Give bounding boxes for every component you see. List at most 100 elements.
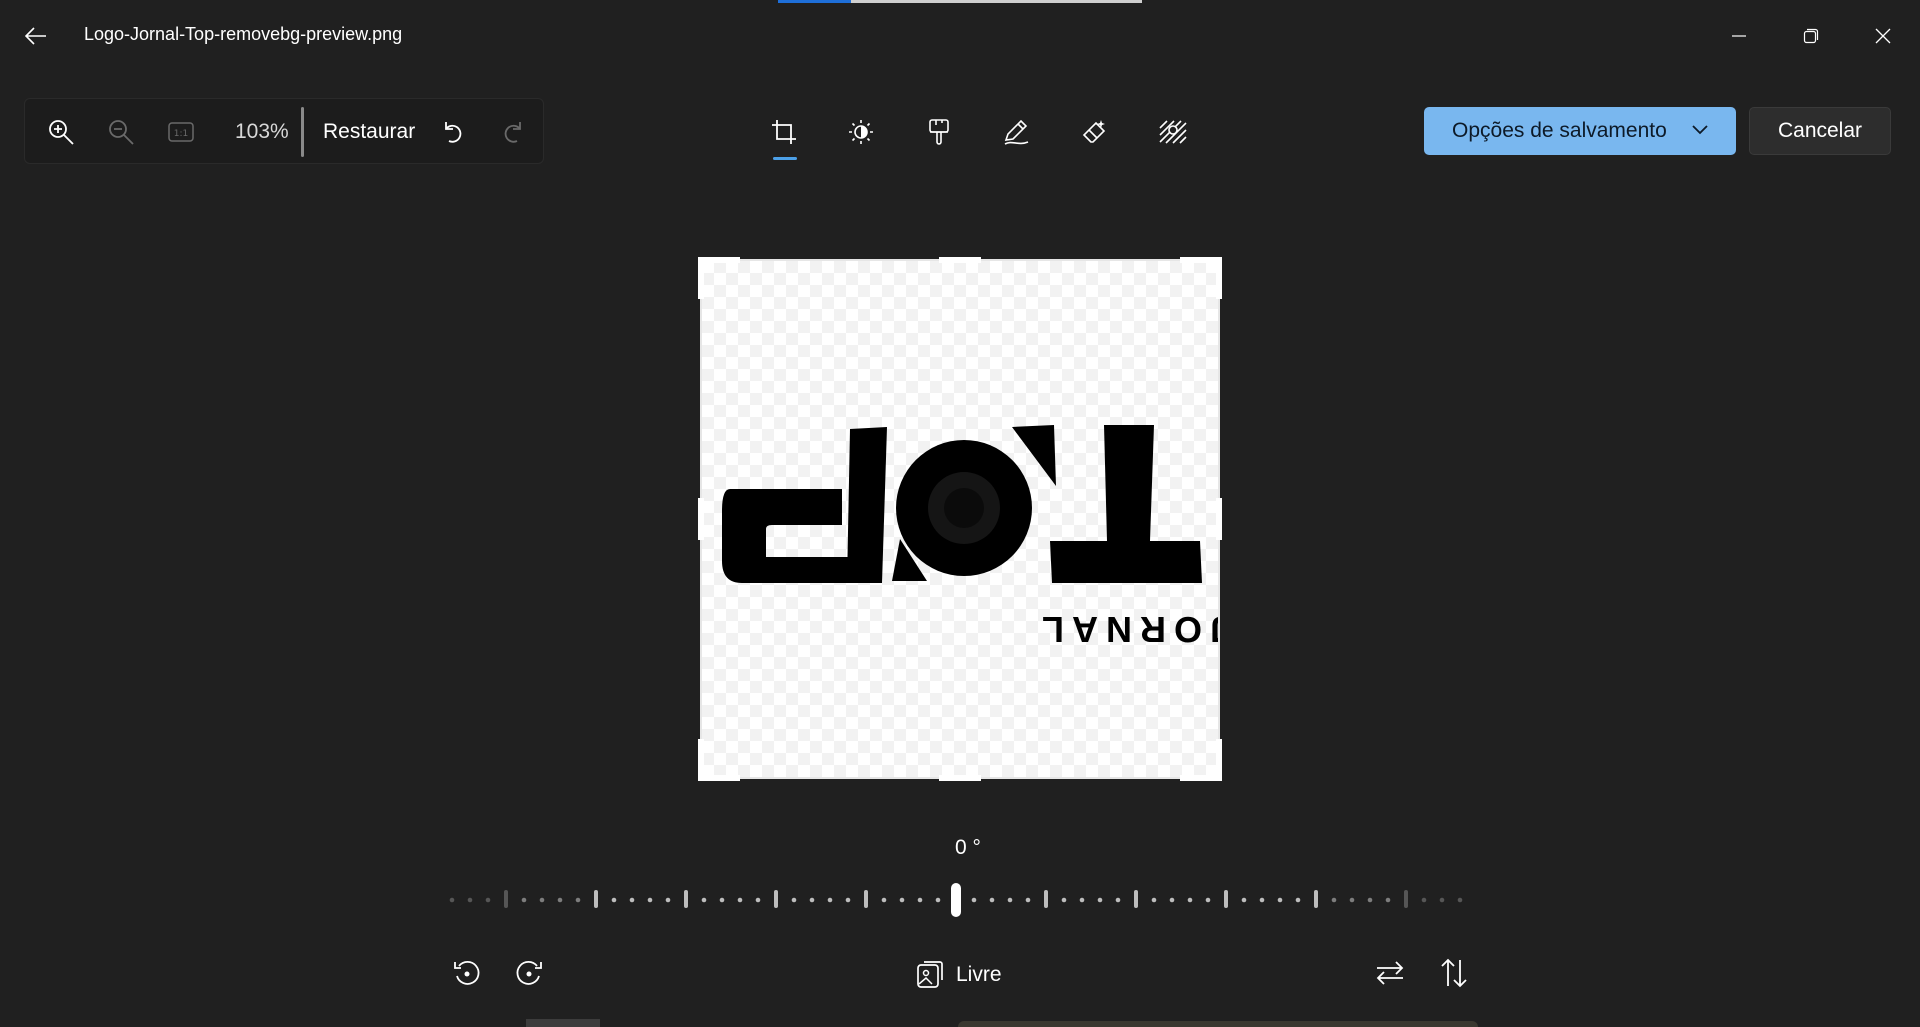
undo-icon [445, 122, 462, 143]
rotation-major-tick [1314, 890, 1318, 908]
rotation-minor-tick [1097, 897, 1103, 903]
rotation-minor-tick [647, 897, 653, 903]
adjust-tool-button[interactable] [839, 112, 883, 152]
rotation-major-tick [1224, 890, 1228, 908]
crop-icon [772, 120, 796, 144]
rotation-major-tick [504, 890, 508, 908]
rotation-minor-tick [1457, 897, 1463, 903]
zoom-level[interactable]: 103% [235, 120, 289, 144]
rotation-major-tick [1404, 890, 1408, 908]
rotation-minor-tick [449, 897, 455, 903]
svg-text:1:1: 1:1 [174, 129, 188, 139]
restore-window-button[interactable] [1788, 14, 1834, 58]
aspect-ratio-label: Livre [956, 963, 1002, 986]
restore-button[interactable]: Restaurar [323, 120, 415, 144]
rotation-minor-tick [1187, 897, 1193, 903]
rotation-slider[interactable] [448, 880, 1472, 920]
rotate-left-icon [454, 961, 480, 985]
crop-handle-top-right[interactable] [1216, 257, 1222, 299]
filmstrip-preview [0, 1019, 1920, 1027]
rotation-minor-tick [737, 897, 743, 903]
chevron-down-icon [1692, 125, 1708, 135]
rotation-minor-tick [467, 897, 473, 903]
flip-vertical-icon [1441, 958, 1467, 988]
flip-vertical-button[interactable] [1434, 953, 1474, 993]
rotation-slider-thumb [951, 883, 961, 917]
rotation-minor-tick [1025, 897, 1031, 903]
rotation-major-tick [1044, 890, 1048, 908]
crop-tool-button[interactable] [762, 112, 806, 152]
zoom-out-button[interactable] [105, 116, 137, 148]
rotate-right-button[interactable] [509, 953, 549, 993]
save-options-label: Opções de salvamento [1452, 119, 1667, 142]
minimize-icon [1732, 35, 1746, 37]
pen-icon [1004, 119, 1029, 145]
flip-horizontal-button[interactable] [1370, 953, 1410, 993]
paintbrush-icon [929, 119, 949, 145]
save-options-button[interactable]: Opções de salvamento [1424, 107, 1736, 155]
zoom-toolbar: 1:1 103% Restaurar [24, 98, 544, 164]
crop-handle-top-left[interactable] [698, 257, 740, 263]
crop-handle-top-left[interactable] [698, 257, 704, 299]
rotation-minor-tick [845, 897, 851, 903]
rotation-minor-tick [1259, 897, 1265, 903]
back-button[interactable] [16, 18, 56, 54]
actual-size-button[interactable]: 1:1 [165, 116, 197, 148]
rotation-minor-tick [881, 897, 887, 903]
title-bar: Logo-Jornal-Top-removebg-preview.png [0, 0, 1920, 72]
cancel-button[interactable]: Cancelar [1749, 107, 1891, 155]
rotation-minor-tick [539, 897, 545, 903]
aspect-ratio-button[interactable]: Livre [916, 955, 1002, 995]
zoom-in-icon [49, 120, 74, 145]
background-blur-icon [1159, 120, 1187, 144]
rotation-minor-tick [1061, 897, 1067, 903]
redo-icon [504, 122, 521, 143]
svg-text:JORNAL: JORNAL [1034, 609, 1218, 650]
toolbar-divider [301, 107, 304, 157]
rotation-major-tick [1134, 890, 1138, 908]
rotation-minor-tick [665, 897, 671, 903]
arrow-left-icon [25, 27, 46, 45]
crop-handle-bottom-right[interactable] [1216, 739, 1222, 781]
crop-handle-right[interactable] [1216, 498, 1222, 540]
markup-tool-button[interactable] [994, 112, 1038, 152]
crop-handle-bottom-left[interactable] [698, 739, 704, 781]
rotation-minor-tick [1241, 897, 1247, 903]
rotation-minor-tick [989, 897, 995, 903]
zoom-in-button[interactable] [45, 116, 77, 148]
close-icon [1875, 28, 1891, 44]
rotation-minor-tick [791, 897, 797, 903]
crop-handle-bottom-left[interactable] [698, 775, 740, 781]
crop-handle-bottom[interactable] [939, 775, 981, 781]
rotation-minor-tick [1367, 897, 1373, 903]
background-tool-button[interactable] [1151, 112, 1195, 152]
brightness-icon [849, 120, 873, 144]
rotation-minor-tick [917, 897, 923, 903]
rotation-major-tick [864, 890, 868, 908]
zoom-out-icon [109, 120, 134, 145]
rotation-minor-tick [521, 897, 527, 903]
crop-handle-top[interactable] [939, 257, 981, 263]
rotation-minor-tick [701, 897, 707, 903]
image-canvas[interactable]: JORNAL [698, 257, 1222, 781]
rotation-minor-tick [485, 897, 491, 903]
crop-handle-left[interactable] [698, 498, 704, 540]
rotation-minor-tick [1205, 897, 1211, 903]
window-title: Logo-Jornal-Top-removebg-preview.png [84, 24, 403, 44]
close-button[interactable] [1860, 14, 1906, 58]
minimize-button[interactable] [1716, 14, 1762, 58]
eraser-icon [1082, 120, 1106, 143]
rotation-minor-tick [1277, 897, 1283, 903]
rotation-minor-tick [1331, 897, 1337, 903]
rotation-major-tick [774, 890, 778, 908]
rotate-left-button[interactable] [447, 953, 487, 993]
redo-button[interactable] [497, 116, 529, 148]
erase-tool-button[interactable] [1073, 112, 1117, 152]
rotation-minor-tick [1115, 897, 1121, 903]
filter-tool-button[interactable] [917, 112, 961, 152]
rotation-angle: 0 ° [955, 836, 981, 859]
rotation-major-tick [684, 890, 688, 908]
rotation-minor-tick [611, 897, 617, 903]
rotation-minor-tick [1349, 897, 1355, 903]
undo-button[interactable] [437, 116, 469, 148]
